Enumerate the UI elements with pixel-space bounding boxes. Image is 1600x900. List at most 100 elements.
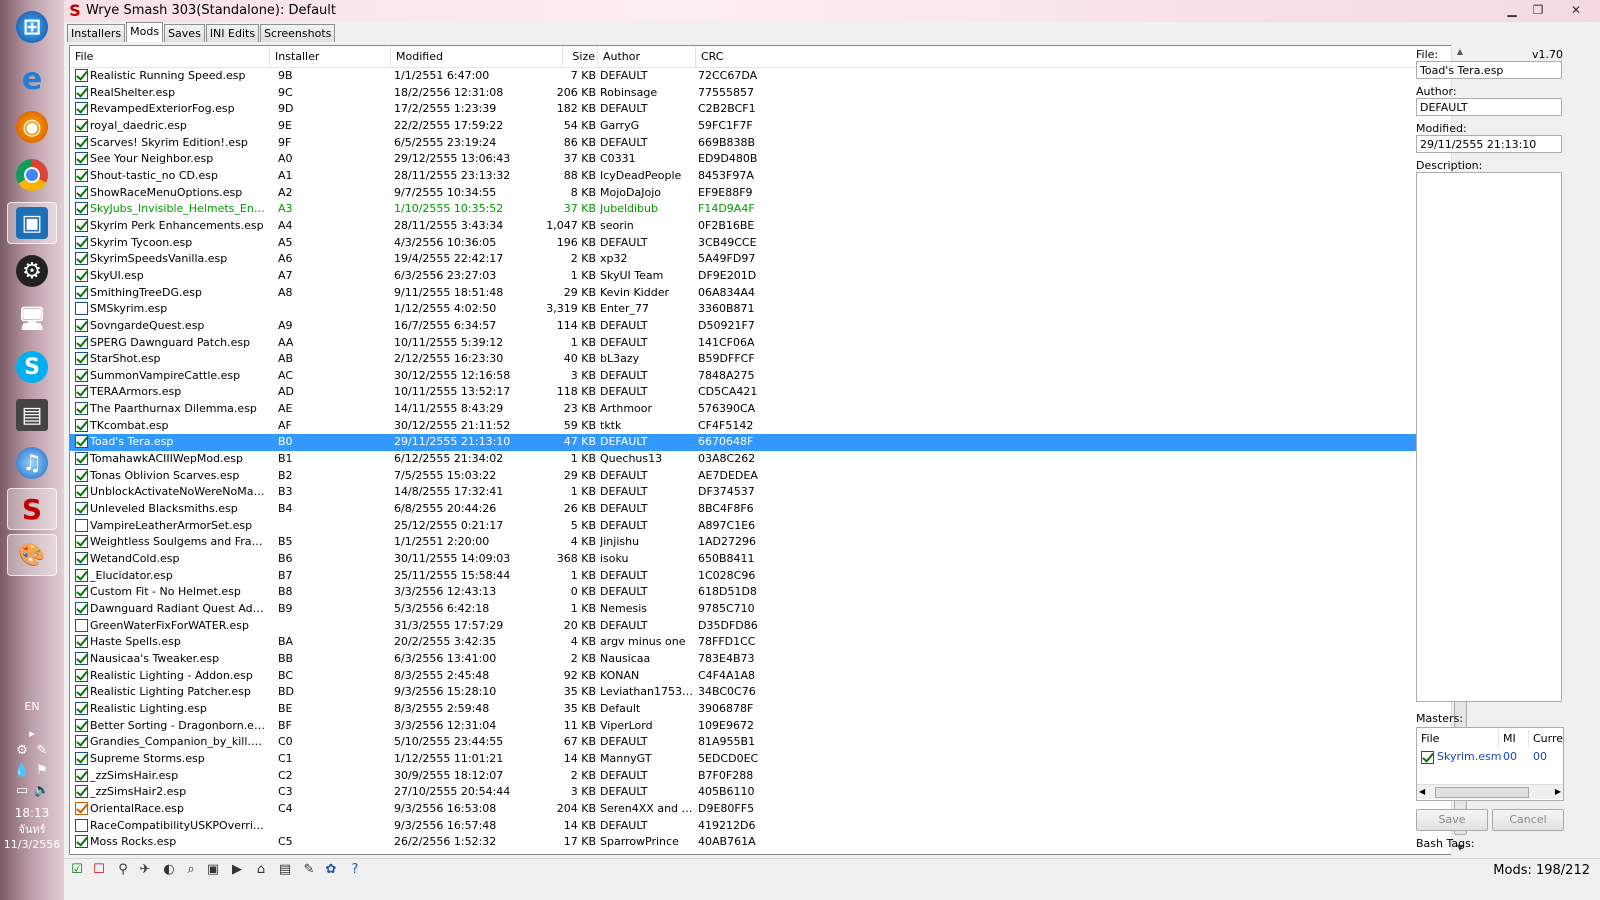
monitor-icon[interactable]: ▣ bbox=[204, 861, 222, 879]
mod-checkbox[interactable] bbox=[75, 185, 88, 199]
column-header-crc[interactable]: CRC bbox=[696, 46, 796, 67]
close-button[interactable]: ✕ bbox=[1564, 1, 1588, 19]
mod-checkbox[interactable] bbox=[75, 485, 88, 499]
mod-row[interactable]: Better Sorting - Dragonborn.esp BF 3/3/255… bbox=[70, 718, 1452, 735]
mod-checkbox[interactable] bbox=[75, 801, 88, 815]
tab-ini-edits[interactable]: INI Edits bbox=[205, 24, 260, 42]
mod-checkbox[interactable] bbox=[75, 418, 88, 432]
mod-row[interactable]: RealShelter.esp 9C 18/2/2556 12:31:08 206 K… bbox=[70, 85, 1452, 102]
firefox-icon[interactable]: ◉ bbox=[7, 106, 57, 148]
master-file-name[interactable]: Skyrim.esm bbox=[1437, 750, 1501, 763]
modified-field[interactable]: 29/11/2555 21:13:10 bbox=[1416, 135, 1562, 153]
mod-row[interactable]: SovngardeQuest.esp A9 16/7/2555 6:34:57 114… bbox=[70, 318, 1452, 335]
launch-game-icon[interactable]: ⚲ bbox=[114, 861, 132, 879]
mod-checkbox[interactable] bbox=[75, 318, 88, 332]
mod-checkbox[interactable] bbox=[75, 502, 88, 516]
mod-checkbox[interactable] bbox=[75, 602, 88, 615]
wrye-smash-taskbar-icon[interactable]: S bbox=[7, 488, 57, 530]
scroll-left-icon[interactable]: ◀ bbox=[1419, 785, 1425, 799]
video-icon[interactable]: ▶ bbox=[228, 861, 246, 879]
column-header-file[interactable]: File bbox=[70, 46, 270, 67]
file-name-field[interactable]: Toad's Tera.esp bbox=[1416, 61, 1562, 79]
master-checkbox[interactable] bbox=[1421, 751, 1434, 764]
mod-checkbox[interactable] bbox=[75, 735, 88, 749]
mod-checkbox[interactable] bbox=[75, 435, 88, 449]
network-tray-icon[interactable]: ▭ bbox=[13, 783, 31, 801]
mod-row[interactable]: See Your Neighbor.esp A0 29/12/2555 13:06:… bbox=[70, 151, 1452, 168]
cancel-button[interactable]: Cancel bbox=[1492, 809, 1564, 831]
scroll-right-icon[interactable]: ▶ bbox=[1555, 785, 1561, 799]
mod-checkbox[interactable] bbox=[75, 152, 88, 166]
mod-row[interactable]: SkyrimSpeedsVanilla.esp A6 19/4/2555 22:42… bbox=[70, 251, 1452, 268]
masters-column-file[interactable]: File bbox=[1417, 730, 1499, 748]
mod-row[interactable]: ShowRaceMenuOptions.esp A2 9/7/2555 10:34:… bbox=[70, 185, 1452, 202]
tool-icon[interactable]: ✈ bbox=[136, 861, 154, 879]
mod-checkbox[interactable] bbox=[75, 368, 88, 382]
mod-row[interactable]: Skyrim Perk Enhancements.esp A4 28/11/2555… bbox=[70, 218, 1452, 235]
mod-row[interactable]: Haste Spells.esp BA 20/2/2555 3:42:35 4 KB a… bbox=[70, 634, 1452, 651]
mod-row[interactable]: TKcombat.esp AF 30/12/2555 21:11:52 59 KB tk… bbox=[70, 418, 1452, 435]
mod-row[interactable]: StarShot.esp AB 2/12/2555 16:23:30 40 KB bL3… bbox=[70, 351, 1452, 368]
mod-row[interactable]: VampireLeatherArmorSet.esp 25/12/2555 0:2… bbox=[70, 518, 1452, 535]
mod-row[interactable]: TomahawkACIIIWepMod.esp B1 6/12/2555 21:34… bbox=[70, 451, 1452, 468]
mod-row[interactable]: Grandies_Companion_by_kill.esp C0 5/10/255… bbox=[70, 734, 1452, 751]
masters-hscrollbar[interactable]: ◀ ▶ bbox=[1417, 784, 1563, 799]
mod-checkbox[interactable] bbox=[75, 385, 88, 399]
mod-checkbox[interactable] bbox=[75, 835, 88, 849]
mod-row[interactable]: _zzSimsHair.esp C2 30/9/2555 18:12:07 2 KB D… bbox=[70, 768, 1452, 785]
mod-checkbox[interactable] bbox=[75, 668, 88, 682]
tray-expand-icon[interactable]: ▸ bbox=[0, 727, 64, 740]
blender-icon[interactable]: ◐ bbox=[160, 861, 178, 879]
mod-checkbox[interactable] bbox=[75, 751, 88, 765]
mod-row[interactable]: UnblockActivateNoWereNoMap.esp B3 14/8/255… bbox=[70, 484, 1452, 501]
tab-saves[interactable]: Saves bbox=[164, 24, 205, 42]
tab-screenshots[interactable]: Screenshots bbox=[260, 24, 336, 42]
mod-checkbox[interactable] bbox=[75, 618, 88, 632]
mod-checkbox[interactable] bbox=[75, 135, 88, 149]
mod-checkbox[interactable] bbox=[75, 535, 88, 549]
network-icon[interactable]: 🖥 bbox=[7, 298, 57, 340]
remote-desktop-icon[interactable]: ▣ bbox=[7, 202, 57, 244]
mod-row[interactable]: SmithingTreeDG.esp A8 9/11/2555 18:51:48 29… bbox=[70, 285, 1452, 302]
mod-row[interactable]: GreenWaterFixForWATER.esp 31/3/2555 17:57… bbox=[70, 618, 1452, 635]
steam-icon[interactable]: ⚙ bbox=[7, 250, 57, 292]
mod-row[interactable]: Realistic Lighting Patcher.esp BD 9/3/2556… bbox=[70, 684, 1452, 701]
chrome-icon[interactable] bbox=[7, 154, 57, 196]
mod-checkbox[interactable] bbox=[75, 118, 88, 132]
mod-row[interactable]: Shout-tastic_no CD.esp A1 28/11/2555 23:13… bbox=[70, 168, 1452, 185]
drop-tray-icon[interactable]: 💧 bbox=[13, 763, 31, 781]
mod-checkbox[interactable] bbox=[75, 218, 88, 232]
mod-row[interactable]: Skyrim Tycoon.esp A5 4/3/2556 10:36:05 196 … bbox=[70, 235, 1452, 252]
mod-checkbox[interactable] bbox=[75, 718, 88, 732]
mod-checkbox[interactable] bbox=[75, 402, 88, 416]
author-field[interactable]: DEFAULT bbox=[1416, 98, 1562, 116]
mod-row[interactable]: Moss Rocks.esp C5 26/2/2556 1:52:32 17 KB Sp… bbox=[70, 834, 1452, 851]
masters-hscroll-thumb[interactable] bbox=[1435, 787, 1529, 798]
paint-icon[interactable]: 🎨 bbox=[7, 534, 57, 576]
maximize-button[interactable]: ❐ bbox=[1526, 1, 1550, 19]
building-icon[interactable]: ⌂ bbox=[252, 861, 270, 879]
mod-checkbox[interactable] bbox=[75, 352, 88, 366]
mod-row[interactable]: Realistic Lighting - Addon.esp BC 8/3/2555… bbox=[70, 668, 1452, 685]
mod-checkbox[interactable] bbox=[75, 202, 88, 216]
mod-checkbox[interactable] bbox=[75, 768, 88, 782]
column-header-installer[interactable]: Installer bbox=[270, 46, 391, 67]
mod-row[interactable]: RaceCompatibilityUSKPOverride.esp 9/3/255… bbox=[70, 818, 1452, 835]
mod-checkbox[interactable] bbox=[75, 335, 88, 349]
mod-row[interactable]: Weightless Soulgems and Fragments.esp B5 1… bbox=[70, 534, 1452, 551]
mod-row[interactable]: SkyUI.esp A7 6/3/2556 23:27:03 1 KB SkyUI Te… bbox=[70, 268, 1452, 285]
pen-tray-icon[interactable]: ✎ bbox=[33, 743, 51, 761]
check-all-icon[interactable]: ☑ bbox=[68, 861, 86, 879]
column-header-size[interactable]: Size bbox=[563, 46, 598, 67]
mod-row[interactable]: OrientalRace.esp C4 9/3/2556 16:53:08 204 K… bbox=[70, 801, 1452, 818]
mod-checkbox[interactable] bbox=[75, 635, 88, 649]
mod-row[interactable]: Scarves! Skyrim Edition!.esp 9F 6/5/2555 2… bbox=[70, 135, 1452, 152]
mod-checkbox[interactable] bbox=[75, 252, 88, 266]
mod-checkbox[interactable] bbox=[75, 85, 88, 99]
itunes-icon[interactable]: ♫ bbox=[7, 442, 57, 484]
column-header-author[interactable]: Author bbox=[598, 46, 696, 67]
mod-row[interactable]: Tonas Oblivion Scarves.esp B2 7/5/2555 15:… bbox=[70, 468, 1452, 485]
clock-time[interactable]: 18:13 bbox=[0, 806, 64, 820]
mod-row[interactable]: RevampedExteriorFog.esp 9D 17/2/2555 1:23:… bbox=[70, 101, 1452, 118]
mod-checkbox[interactable] bbox=[75, 785, 88, 799]
